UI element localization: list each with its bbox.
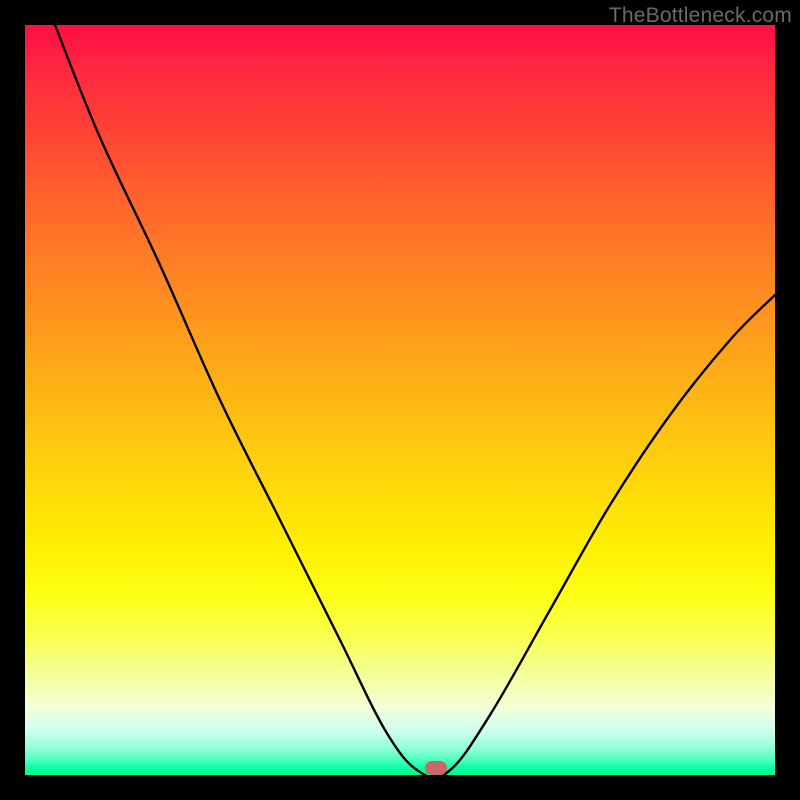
bottleneck-marker — [425, 761, 447, 775]
curve-path — [55, 25, 775, 778]
chart-frame: TheBottleneck.com — [0, 0, 800, 800]
bottleneck-curve — [25, 25, 775, 775]
plot-area — [25, 25, 775, 775]
